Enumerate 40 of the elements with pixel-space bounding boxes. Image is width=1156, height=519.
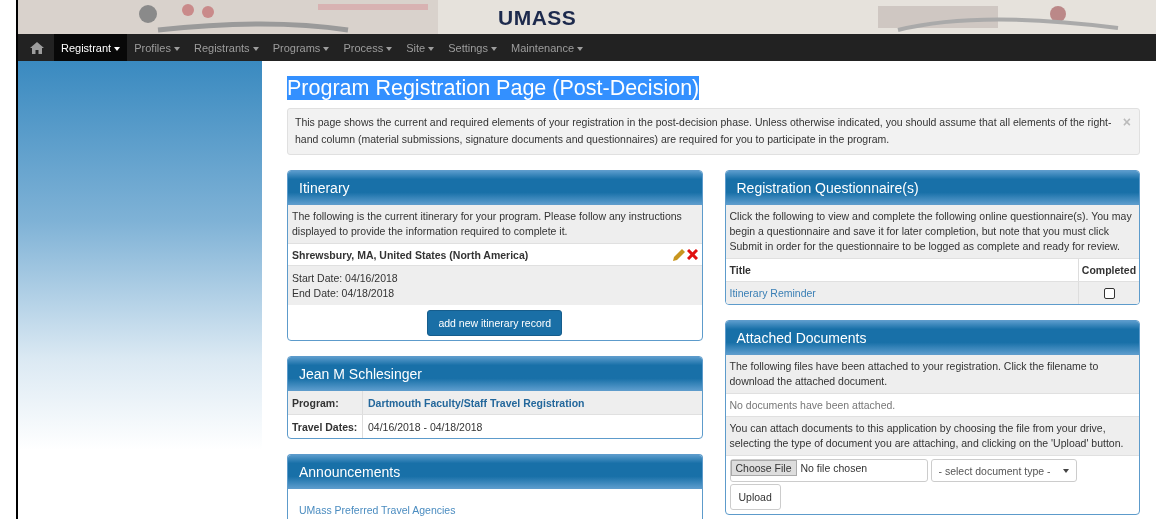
document-type-select[interactable]: - select document type - — [930, 459, 1077, 482]
intro-text: The following files have been attached to your registration. Click the filename to download the attached document. — [729, 360, 1099, 387]
field-label: Travel Dates: — [288, 415, 363, 438]
start-date: Start Date: 04/16/2018 — [292, 271, 399, 286]
end-date: End Date: 04/18/2018 — [292, 286, 396, 301]
file-status: No file chosen — [800, 461, 868, 474]
field-value: 04/16/2018 - 04/18/2018 — [367, 420, 483, 433]
panel-title: Registration Questionnaire(s) — [736, 179, 919, 196]
panel-title: Itinerary — [299, 179, 350, 196]
alert-text: This page shows the current and required elements of your registration in the post-decision phase. Unless otherwise indicated, you should assume that all elements of the right-hand column (material submissions, signature documents and questionnaires) are required for you to participate in the program. — [295, 115, 1113, 147]
field-label: Program: — [288, 391, 363, 414]
intro-text: Click the following to view and complete the following online questionnaire(s). You may begin a questionnaire and save it for later completion, but note that you must click Submit in order for the questionnaire to be logged as complete and ready for review. — [729, 210, 1132, 252]
help-text: You can attach documents to this application by choosing the file from your drive, selecting the type of document you are attaching, and clicking on the 'Upload' button. — [729, 422, 1124, 449]
panel-title: Announcements — [299, 463, 401, 480]
nav-menu[interactable]: Site — [399, 34, 442, 61]
empty-message: No documents have been attached. — [729, 399, 896, 411]
nav-menu[interactable]: Profiles — [127, 34, 187, 61]
add-record-button[interactable]: add new itinerary record — [427, 310, 563, 336]
choose-file-button[interactable]: Choose File — [730, 460, 797, 476]
panel-title: Attached Documents — [736, 329, 867, 346]
upload-button[interactable]: Upload — [729, 484, 781, 510]
delete-icon[interactable] — [686, 249, 698, 260]
nav-menu[interactable]: Registrant — [54, 34, 128, 61]
column-header: Completed — [1078, 259, 1139, 281]
pencil-icon[interactable] — [672, 248, 685, 261]
nav-menu[interactable]: Settings — [441, 34, 505, 61]
column-header: Title — [728, 264, 752, 276]
location-text: Shrewsbury, MA, United States (North America) — [292, 248, 529, 261]
program-link[interactable]: Dartmouth Faculty/Staff Travel Registration — [363, 396, 585, 409]
nav-menu[interactable]: Process — [336, 34, 400, 61]
nav-menu[interactable]: Maintenance — [504, 34, 591, 61]
page-title: Program Registration Page (Post-Decision) — [287, 76, 700, 100]
file-input[interactable]: Choose File No file chosen — [729, 459, 928, 482]
announcement-link[interactable]: UMass Preferred Travel Agencies — [299, 504, 456, 516]
completed-checkbox[interactable] — [1103, 287, 1115, 299]
logo: UMASS — [498, 6, 577, 30]
nav-menu[interactable]: Registrants — [186, 34, 266, 61]
nav-menu[interactable]: Programs — [265, 34, 337, 61]
panel-title: Jean M Schlesinger — [299, 365, 422, 382]
intro-text: The following is the current itinerary for your program. Please follow any instructions displayed to provide the information required to complete it. — [292, 210, 682, 237]
